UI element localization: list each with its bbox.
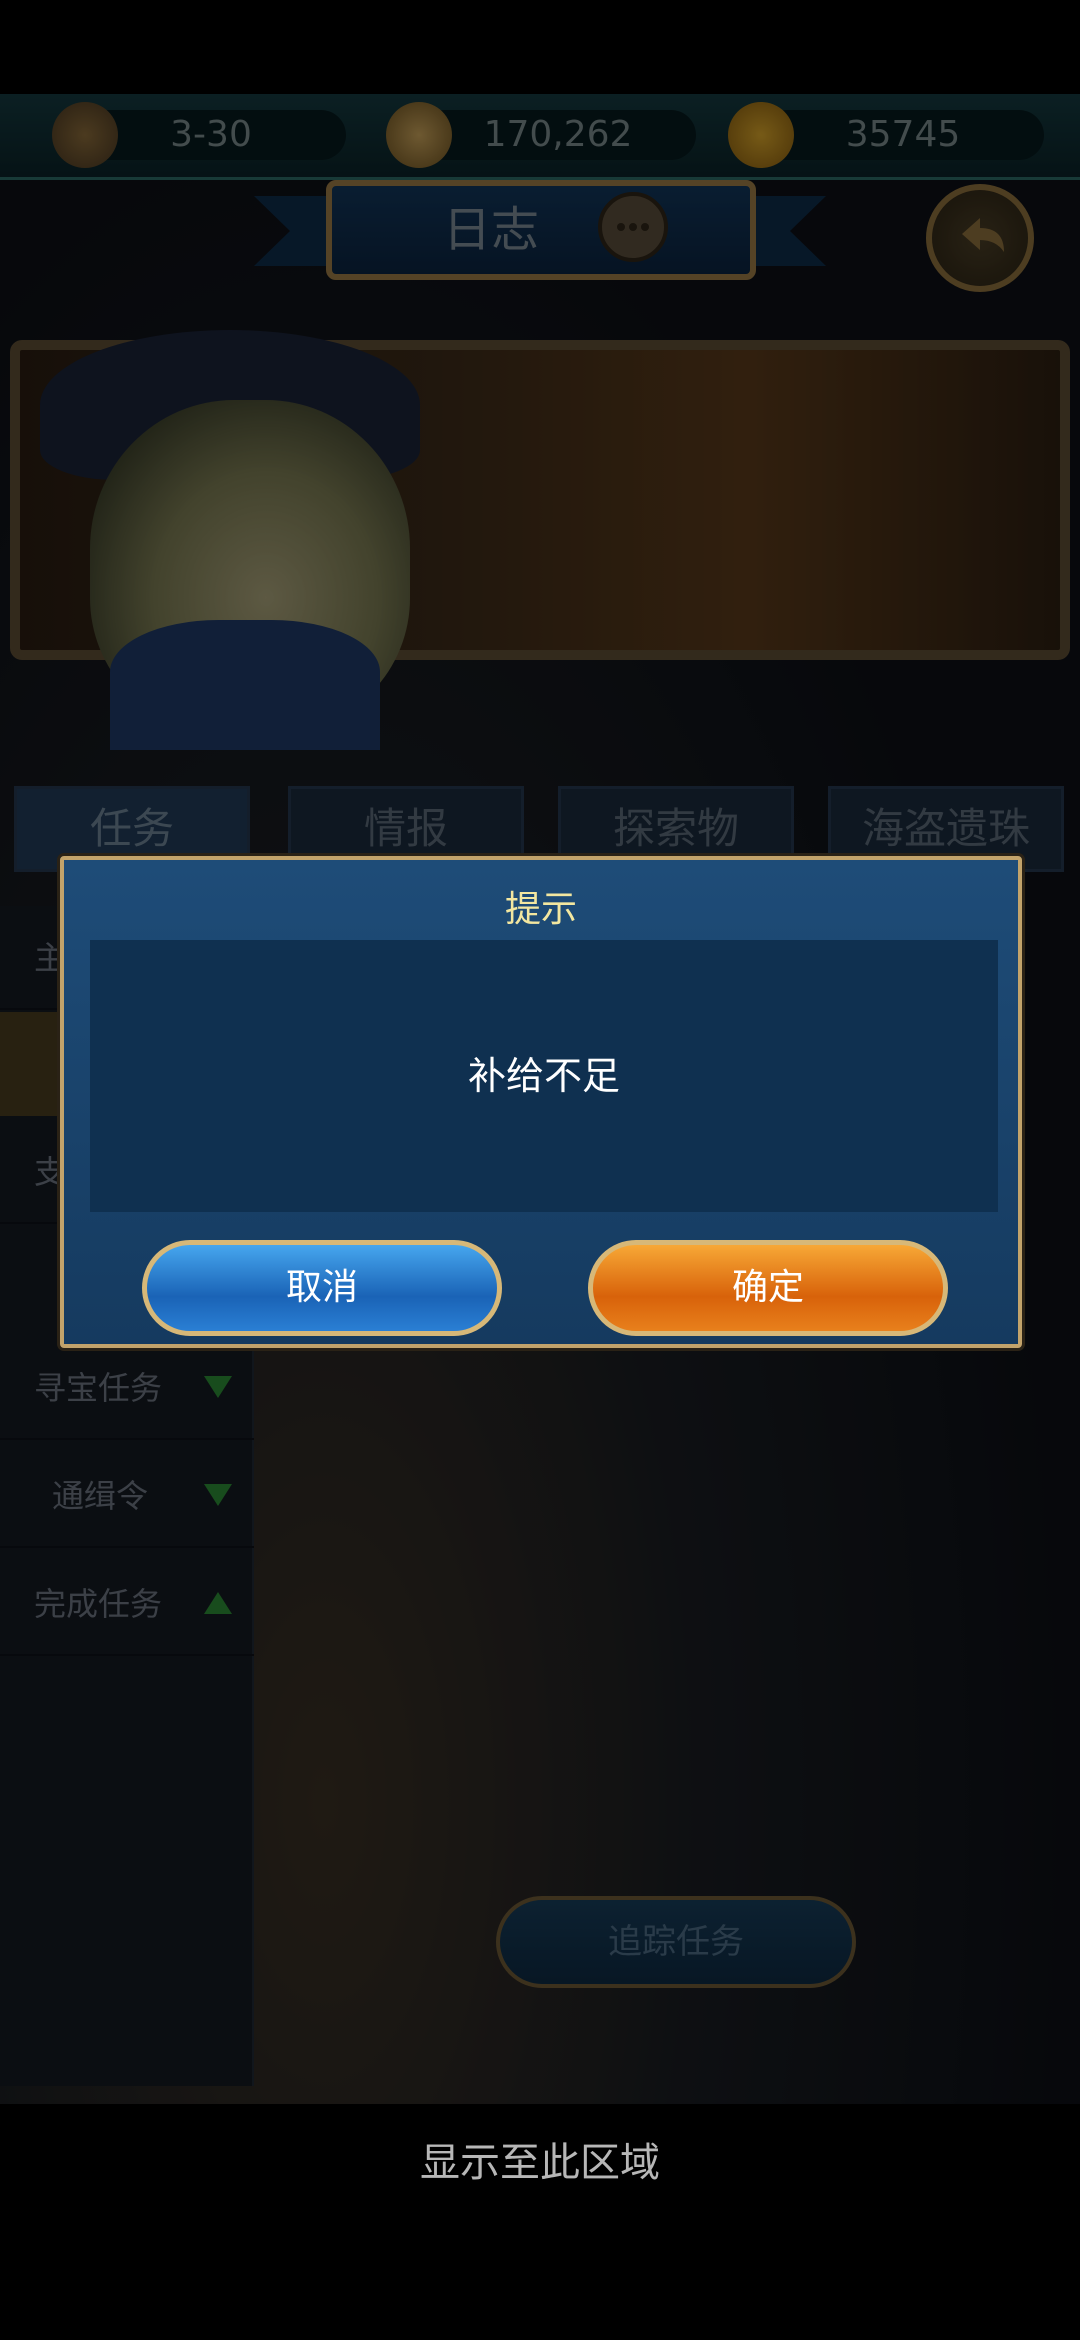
dialog-title: 提示 (504, 889, 577, 930)
dialog-body: 补给不足 (90, 940, 998, 1212)
cancel-button[interactable]: 取消 (142, 1240, 502, 1336)
display-area-hint: 显示至此区域 (420, 2140, 660, 2186)
dialog-message: 补给不足 (467, 1054, 620, 1098)
confirm-button[interactable]: 确定 (588, 1240, 948, 1336)
alert-dialog: 提示 补给不足 取消 确定 (60, 856, 1022, 1348)
status-bar-area (0, 0, 1080, 94)
